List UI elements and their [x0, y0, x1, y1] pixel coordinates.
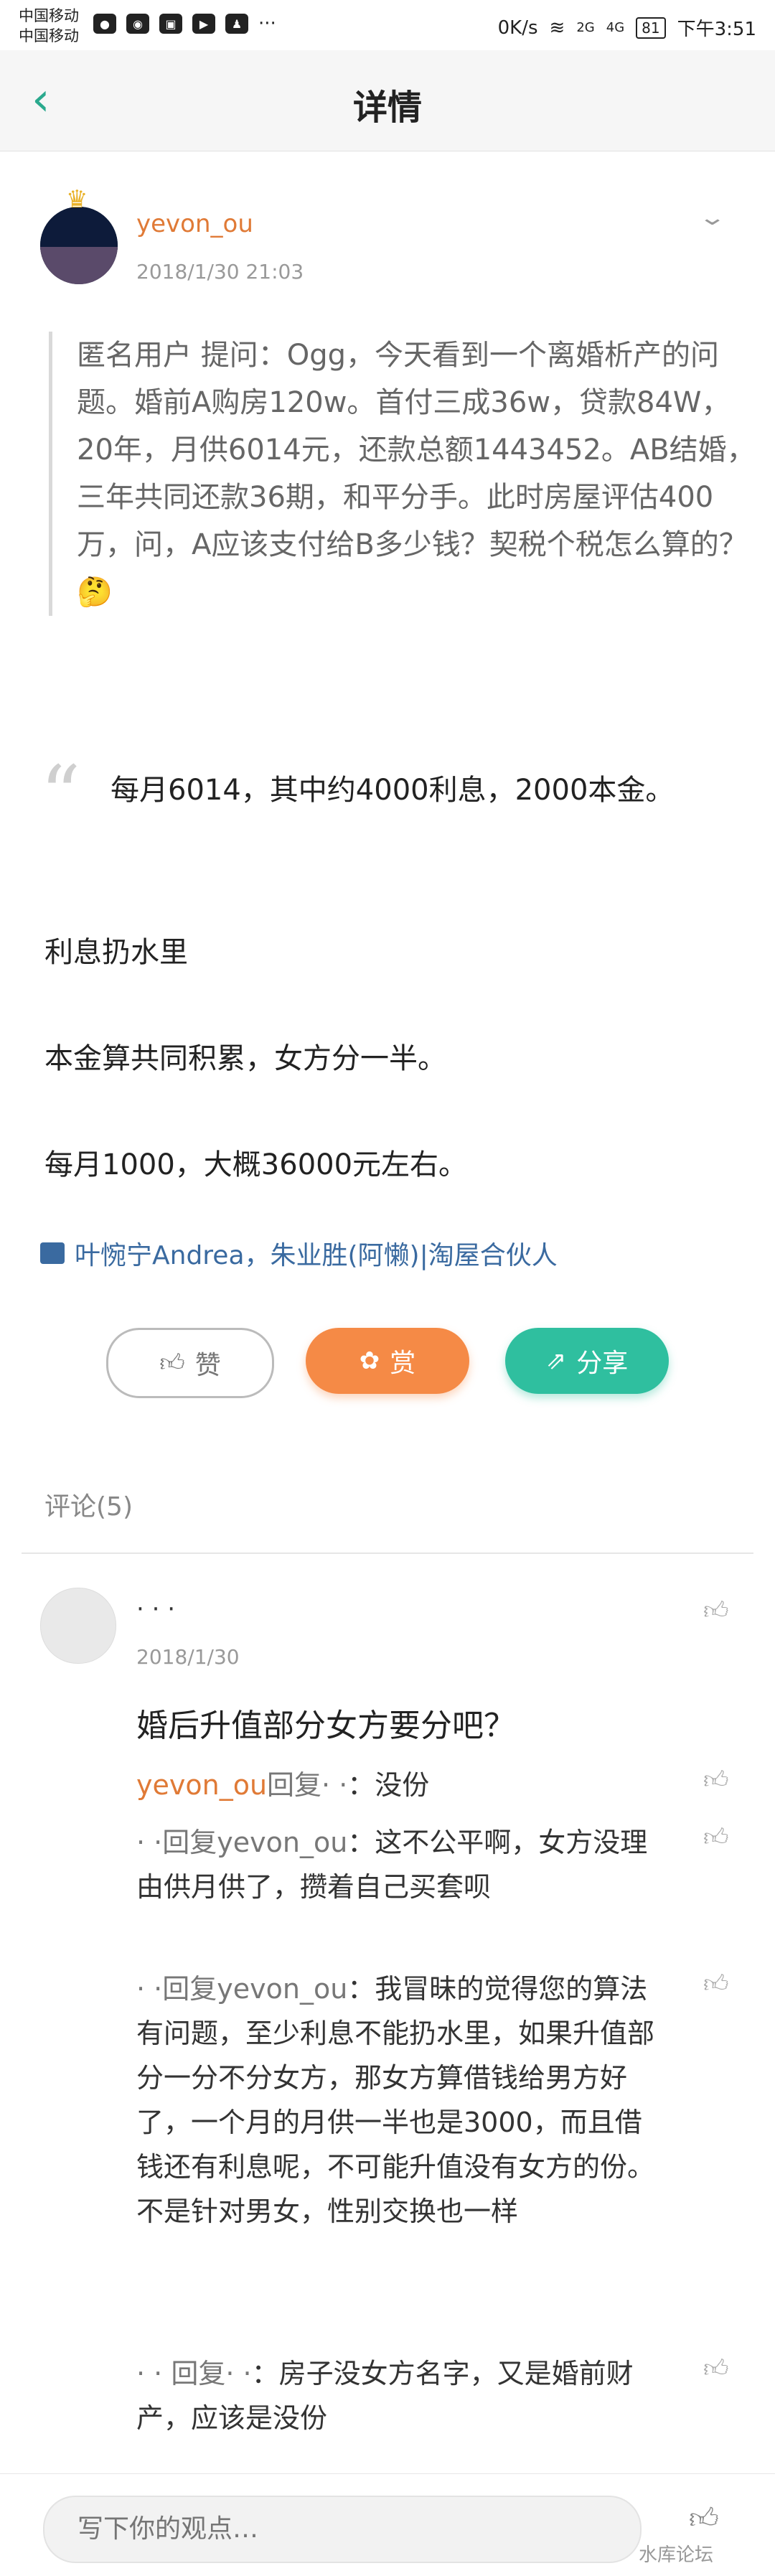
commenter-name[interactable]: · · ·	[136, 1595, 175, 1624]
thinking-emoji: 🤔	[77, 576, 113, 609]
share-button[interactable]: ⇗ 分享	[505, 1328, 669, 1394]
reply-text: ：没份	[347, 1769, 430, 1801]
signal-icon: 4G	[606, 20, 625, 35]
thumbs-up-icon[interactable]: 👍︎	[703, 2354, 729, 2384]
reply-action: 回复yevon_ou	[162, 1827, 348, 1858]
qq-icon: ♟	[225, 14, 248, 34]
avatar[interactable]	[40, 207, 118, 284]
divider	[22, 1552, 753, 1554]
carrier-label: 中国移动	[19, 7, 79, 24]
like-button[interactable]: 👍︎ 赞	[106, 1328, 274, 1398]
status-right: 0K/s ≋ 2G 4G 81 下午3:51	[498, 14, 756, 41]
thumbs-up-icon[interactable]: 👍︎	[703, 1970, 729, 1999]
wifi-icon: ≋	[549, 17, 565, 39]
comment-input-box[interactable]	[43, 2496, 642, 2563]
commenter-avatar[interactable]	[40, 1588, 116, 1664]
wechat-icon: ◉	[126, 14, 149, 34]
thumbs-up-icon[interactable]: 👍︎	[703, 1596, 729, 1626]
reward-button[interactable]: ✿ 赏	[306, 1328, 469, 1394]
question-text: 匿名用户 提问：Ogg，今天看到一个离婚析产的问题。婚前A购房120w。首付三成…	[77, 339, 756, 561]
thumbs-up-icon[interactable]: 👍︎	[703, 1766, 729, 1795]
chevron-down-icon[interactable]: ⌄	[698, 205, 726, 230]
status-bar: 中国移动 中国移动 ● ◉ ▣ ▶ ♟ ··· 0K/s ≋ 2G 4G 81 …	[0, 0, 775, 50]
author-name[interactable]: yevon_ou	[136, 210, 253, 238]
comments-count: 评论(5)	[44, 1492, 133, 1522]
comment-date: 2018/1/30	[136, 1645, 240, 1669]
reply-item: yevon_ou回复· ·：没份	[136, 1769, 430, 1801]
carrier-label: 中国移动	[19, 27, 79, 45]
question-quote: 匿名用户 提问：Ogg，今天看到一个离婚析产的问题。婚前A购房120w。首付三成…	[49, 332, 758, 616]
reply-item: · ·回复yevon_ou：这不公平啊，女方没理由供月供了，攒着自己买套呗	[136, 1827, 648, 1903]
comment-text: 婚后升值部分女方要分吧？	[136, 1708, 515, 1744]
share-label: 分享	[576, 1349, 629, 1378]
more-icon: ···	[258, 13, 276, 34]
answer-paragraph: 利息扔水里	[44, 936, 188, 969]
reply-item: · · 回复· ·：房子没女方名字，又是婚前财产，应该是没份	[136, 2358, 634, 2434]
network-speed: 0K/s	[497, 17, 538, 39]
reply-action: 回复	[171, 2358, 226, 2389]
watermark: 水库论坛	[639, 2544, 714, 2566]
thumbs-up-icon: 👍︎	[159, 1348, 185, 1377]
comment-input[interactable]	[76, 2497, 624, 2560]
likers-list[interactable]: 叶惋宁Andrea，朱业胜(阿懒)|淘屋合伙人	[75, 1235, 558, 1272]
title-bar: ‹ 详情	[0, 50, 775, 151]
crown-icon: ♛	[66, 185, 88, 214]
reply-action: 回复yevon_ou	[162, 1973, 348, 2005]
reply-author[interactable]: yevon_ou	[136, 1769, 267, 1801]
thumbs-up-icon[interactable]: 👍︎	[689, 2501, 719, 2536]
reply-text: ：我冒昧的觉得您的算法有问题，至少利息不能扔水里，如果升值部分一分不分女方，那女…	[136, 1973, 655, 2227]
reward-label: 赏	[390, 1349, 416, 1378]
battery-icon: 81	[636, 17, 666, 39]
page-title: 详情	[352, 88, 422, 128]
share-icon: ⇗	[545, 1346, 567, 1375]
thumbs-up-icon[interactable]: 👍︎	[703, 1823, 729, 1853]
thumbs-up-icon	[40, 1242, 65, 1264]
app-icon: ▣	[159, 14, 182, 34]
post-date: 2018/1/30 21:03	[136, 260, 304, 284]
reward-icon: ✿	[359, 1346, 380, 1375]
clock: 下午3:51	[677, 19, 756, 40]
video-icon: ▶	[192, 14, 215, 34]
like-label: 赞	[194, 1351, 221, 1380]
likers-row: 叶惋宁Andrea，朱业胜(阿懒)|淘屋合伙人	[40, 1235, 558, 1272]
answer-paragraph: 每月1000，大概36000元左右。	[44, 1148, 468, 1181]
comment-bar: 👍︎ 水库论坛	[0, 2473, 775, 2576]
signal-icon: 2G	[576, 20, 595, 35]
answer-paragraph: 每月6014，其中约4000利息，2000本金。	[111, 774, 675, 807]
notification-icons: ● ◉ ▣ ▶ ♟ ···	[93, 13, 276, 34]
reply-item: · ·回复yevon_ou：我冒昧的觉得您的算法有问题，至少利息不能扔水里，如果…	[136, 1973, 655, 2227]
message-icon: ●	[93, 14, 116, 34]
answer-paragraph: 本金算共同积累，女方分一半。	[44, 1042, 446, 1075]
reply-action: 回复	[267, 1769, 322, 1801]
